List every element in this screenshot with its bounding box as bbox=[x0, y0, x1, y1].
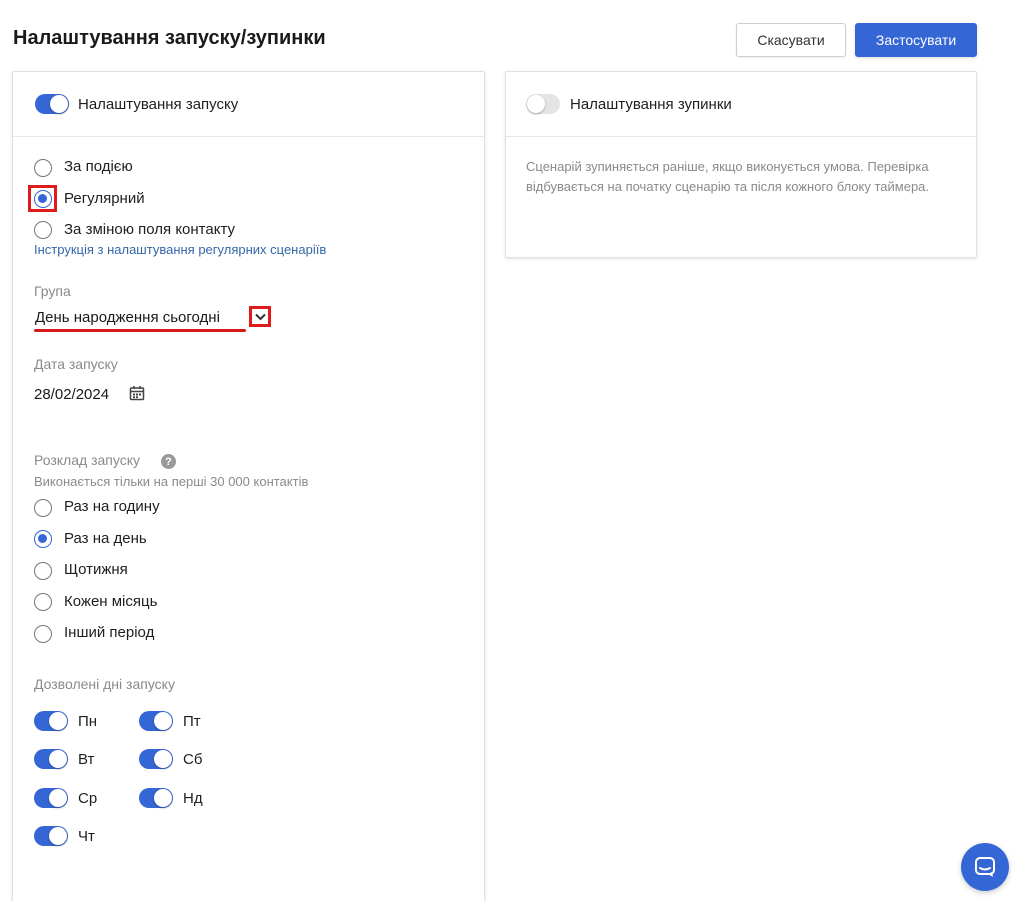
day-label-fri: Пт bbox=[183, 713, 201, 730]
date-input[interactable]: 28/02/2024 bbox=[34, 386, 109, 403]
stop-settings-card: Налаштування зупинки Сценарій зупиняєтьс… bbox=[505, 71, 977, 258]
radio-trigger-regular[interactable] bbox=[34, 190, 52, 208]
day-toggle-sat[interactable] bbox=[139, 749, 173, 769]
day-toggle-sun[interactable] bbox=[139, 788, 173, 808]
apply-button[interactable]: Застосувати bbox=[855, 23, 977, 57]
chat-icon bbox=[975, 857, 995, 877]
page-title: Налаштування запуску/зупинки bbox=[13, 27, 326, 49]
cancel-button[interactable]: Скасувати bbox=[736, 23, 846, 57]
trigger-option-regular: Регулярний bbox=[64, 190, 145, 207]
schedule-option-hourly: Раз на годину bbox=[64, 498, 160, 515]
radio-schedule-other[interactable] bbox=[34, 625, 52, 643]
date-label: Дата запуску bbox=[34, 356, 118, 372]
schedule-option-daily: Раз на день bbox=[64, 530, 147, 547]
stop-settings-description: Сценарій зупиняється раніше, якщо викону… bbox=[526, 159, 930, 194]
stop-settings-toggle[interactable] bbox=[526, 94, 560, 114]
schedule-option-other: Інший період bbox=[64, 624, 155, 641]
instruction-link[interactable]: Інструкція з налаштування регулярних сце… bbox=[34, 242, 326, 257]
calendar-icon[interactable] bbox=[129, 385, 145, 401]
radio-schedule-hourly[interactable] bbox=[34, 499, 52, 517]
stop-settings-header: Налаштування зупинки bbox=[506, 72, 976, 137]
radio-schedule-daily[interactable] bbox=[34, 530, 52, 548]
radio-schedule-monthly[interactable] bbox=[34, 593, 52, 611]
trigger-option-event: За подією bbox=[64, 158, 133, 175]
schedule-label: Розклад запуску bbox=[34, 452, 140, 468]
trigger-option-field-change: За зміною поля контакту bbox=[64, 221, 235, 238]
day-label-tue: Вт bbox=[78, 751, 95, 768]
help-icon[interactable]: ? bbox=[161, 454, 176, 469]
group-dropdown-button[interactable] bbox=[249, 306, 271, 327]
start-settings-label: Налаштування запуску bbox=[78, 96, 239, 113]
group-red-underline bbox=[34, 329, 246, 332]
schedule-option-weekly: Щотижня bbox=[64, 561, 128, 578]
days-label: Дозволені дні запуску bbox=[34, 676, 175, 692]
radio-trigger-event[interactable] bbox=[34, 159, 52, 177]
chat-button[interactable] bbox=[961, 843, 1009, 891]
chevron-down-icon bbox=[254, 313, 266, 320]
day-toggle-wed[interactable] bbox=[34, 788, 68, 808]
radio-schedule-weekly[interactable] bbox=[34, 562, 52, 580]
day-label-sat: Сб bbox=[183, 751, 203, 768]
day-toggle-fri[interactable] bbox=[139, 711, 173, 731]
day-toggle-mon[interactable] bbox=[34, 711, 68, 731]
group-select-value[interactable]: День народження сьогодні bbox=[35, 309, 220, 326]
schedule-option-monthly: Кожен місяць bbox=[64, 593, 158, 610]
day-label-wed: Ср bbox=[78, 790, 98, 807]
radio-trigger-field-change[interactable] bbox=[34, 221, 52, 239]
start-settings-toggle[interactable] bbox=[35, 94, 69, 114]
schedule-note: Виконається тільки на перші 30 000 конта… bbox=[34, 474, 309, 489]
group-label: Група bbox=[34, 283, 71, 299]
day-label-thu: Чт bbox=[78, 828, 95, 845]
day-toggle-tue[interactable] bbox=[34, 749, 68, 769]
day-toggle-thu[interactable] bbox=[34, 826, 68, 846]
day-label-mon: Пн bbox=[78, 713, 98, 730]
day-label-sun: Нд bbox=[183, 790, 203, 807]
start-settings-header: Налаштування запуску bbox=[13, 72, 484, 137]
stop-settings-label: Налаштування зупинки bbox=[570, 96, 732, 113]
